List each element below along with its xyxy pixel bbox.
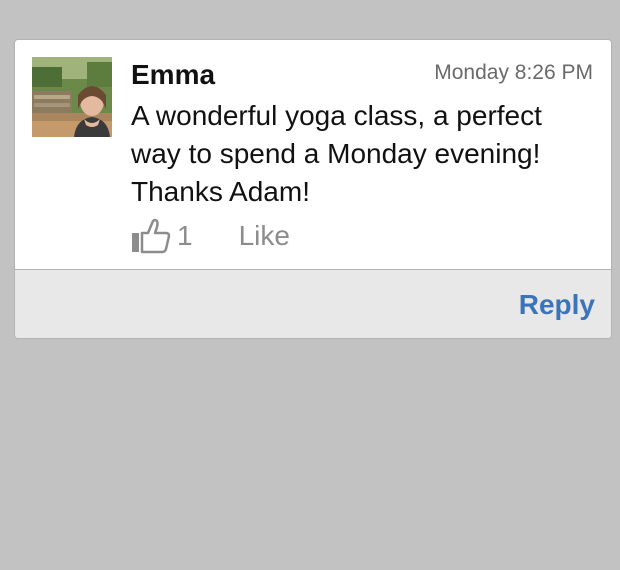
comment-body: Emma Monday 8:26 PM A wonderful yoga cla… bbox=[15, 40, 611, 270]
like-count: 1 bbox=[177, 220, 193, 251]
thumbs-up-icon[interactable] bbox=[131, 218, 171, 254]
avatar-photo bbox=[32, 57, 112, 137]
like-button[interactable]: Like bbox=[239, 220, 290, 252]
author-name[interactable]: Emma bbox=[131, 57, 215, 93]
avatar[interactable] bbox=[32, 57, 112, 137]
comment-timestamp: Monday 8:26 PM bbox=[434, 61, 593, 84]
comment-footer: Reply bbox=[15, 270, 611, 338]
comment-actions: 1 Like bbox=[131, 217, 290, 255]
comment-card: Emma Monday 8:26 PM A wonderful yoga cla… bbox=[14, 39, 612, 339]
reply-button[interactable]: Reply bbox=[519, 288, 595, 322]
comment-message: A wonderful yoga class, a perfect way to… bbox=[131, 100, 542, 207]
